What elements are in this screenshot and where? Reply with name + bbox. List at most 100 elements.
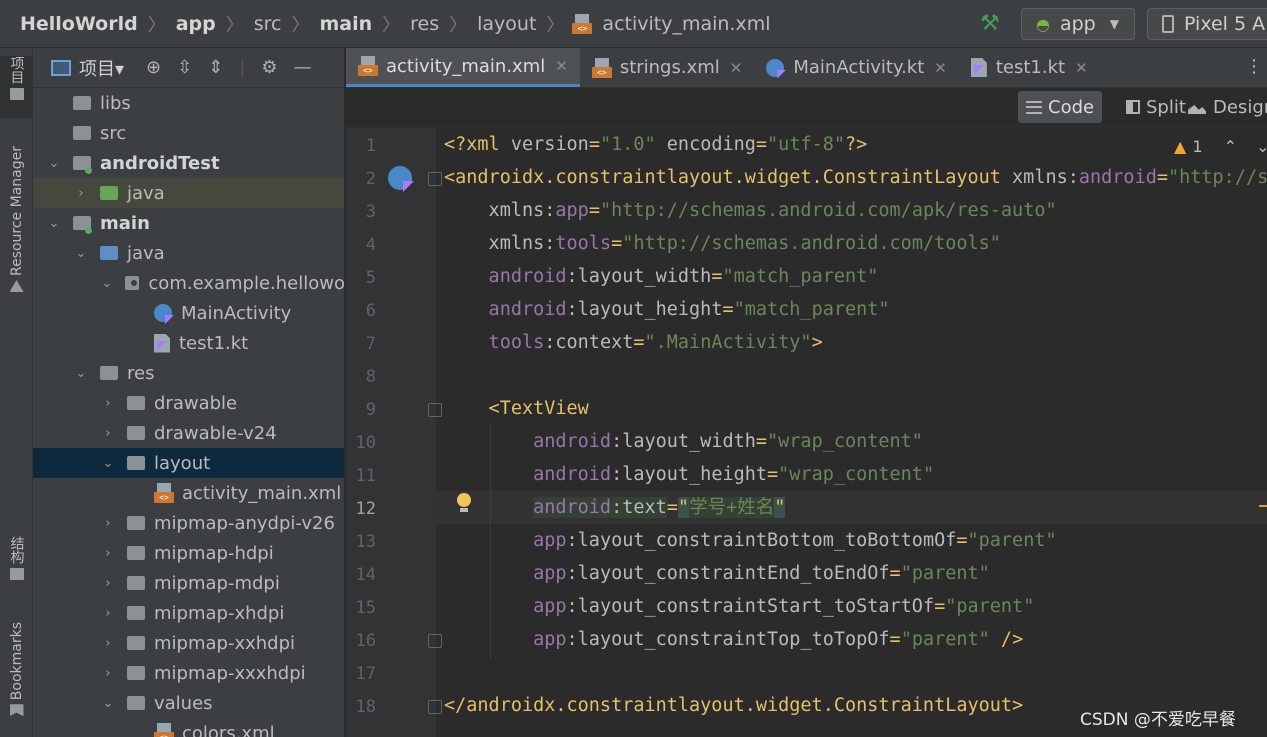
chevron-right-icon[interactable]: › [74,186,88,201]
tree-item[interactable]: › drawable [33,388,344,418]
tree-item[interactable]: › mipmap-mdpi [33,568,344,598]
tree-item[interactable]: src [33,118,344,148]
close-icon[interactable]: ✕ [1075,59,1088,77]
inspection-widget[interactable]: ▲ 1 ⌃ ⌄ [1174,137,1267,156]
code-line[interactable]: app:layout_constraintBottom_toBottomOf="… [444,524,1057,557]
gear-icon[interactable]: ⚙ [261,57,277,78]
code-line[interactable]: tools:context=".MainActivity"> [444,326,823,359]
chevron-right-icon[interactable]: › [101,666,115,681]
chevron-down-icon[interactable]: ⌄ [74,246,88,261]
editor-tab[interactable]: test1.kt ✕ [959,48,1100,87]
breadcrumb-item-project[interactable]: HelloWorld [18,13,140,35]
chevron-right-icon[interactable]: › [101,546,115,561]
code-line[interactable]: android:layout_width="match_parent" [444,260,879,293]
close-icon[interactable]: ✕ [730,59,743,77]
editor-tab[interactable]: <> strings.xml ✕ [580,48,755,87]
tree-item[interactable]: › mipmap-xxxhdpi [33,658,344,688]
chevron-down-icon[interactable]: ⌄ [101,456,115,471]
code-token: = [711,266,723,287]
code-line[interactable]: </androidx.constraintlayout.widget.Const… [444,689,1023,722]
tool-tab-resource-manager[interactable]: Resource Manager [0,146,33,326]
crosshair-icon[interactable]: ⊕ [146,57,161,78]
view-mode-code-button[interactable]: Code [1018,91,1103,123]
breadcrumb-item-src[interactable]: src [252,13,284,35]
tree-item[interactable]: ⌄ main [33,208,344,238]
chevron-right-icon[interactable]: › [101,576,115,591]
tree-item[interactable]: <> activity_main.xml [33,478,344,508]
code-editor[interactable]: <?xml version="1.0" encoding="utf-8"?> <a… [346,128,1267,737]
code-line[interactable]: app:layout_constraintTop_toTopOf="parent… [444,623,1023,656]
chevron-right-icon[interactable]: › [101,396,115,411]
code-token: ".MainActivity" [644,332,812,353]
tree-item[interactable]: › mipmap-hdpi [33,538,344,568]
breadcrumb-item-res[interactable]: res [408,13,441,35]
breadcrumb-item-layout[interactable]: layout [475,13,538,35]
chevron-down-icon[interactable]: ⌄ [101,276,113,291]
code-token: "http://schemas.android.com/apk/res-auto… [599,200,1057,221]
close-icon[interactable]: ✕ [934,59,947,77]
chevron-right-icon[interactable]: › [101,636,115,651]
code-line[interactable]: <?xml version="1.0" encoding="utf-8"?> [444,128,867,161]
editor-tab[interactable]: MainActivity.kt ✕ [754,48,959,87]
project-view-select[interactable]: 项目▾ [79,55,124,81]
tree-item[interactable]: test1.kt [33,328,344,358]
close-icon[interactable]: ✕ [555,57,568,75]
chevron-down-icon[interactable]: ⌄ [1256,137,1267,156]
fold-marker[interactable] [428,172,442,186]
code-line[interactable]: app:layout_constraintEnd_toEndOf="parent… [444,557,990,590]
tree-item[interactable]: MainActivity [33,298,344,328]
warning-stripe-marker[interactable] [1259,505,1267,507]
chevron-right-icon[interactable]: › [101,606,115,621]
tree-item[interactable]: › mipmap-xxhdpi [33,628,344,658]
collapse-all-icon[interactable]: ⇳ [177,57,192,78]
tree-item[interactable]: ⌄ res [33,358,344,388]
code-token: = [588,200,600,221]
code-line[interactable]: app:layout_constraintStart_toStartOf="pa… [444,590,1034,623]
minimize-icon[interactable]: — [294,57,312,78]
code-line[interactable]: android:layout_width="wrap_content" [444,425,923,458]
chevron-down-icon[interactable]: ⌄ [47,216,61,231]
tree-item[interactable]: › drawable-v24 [33,418,344,448]
tool-tab-structure[interactable]: 结构 [0,536,33,596]
editor-tab[interactable]: <> activity_main.xml ✕ [346,48,580,87]
chevron-down-icon[interactable]: ⌄ [47,156,61,171]
code-line[interactable]: android:layout_height="wrap_content" [444,458,934,491]
chevron-up-icon[interactable]: ⌃ [1224,137,1237,156]
view-mode-design-button[interactable]: Design [1180,91,1267,123]
tree-item[interactable]: ⌄ com.example.hellowo [33,268,344,298]
navigation-bar: HelloWorld 〉 app 〉 src 〉 main 〉 res 〉 la… [0,0,1267,48]
code-line[interactable]: android:text="学号+姓名" [444,491,786,524]
build-hammer-icon[interactable]: ⚒ [980,12,1004,36]
fold-marker[interactable] [428,700,442,714]
run-configuration-select[interactable]: ◓ app ▼ [1021,8,1135,40]
breadcrumb-item-main[interactable]: main [317,13,374,35]
expand-all-icon[interactable]: ⇕ [208,57,223,78]
chevron-down-icon[interactable]: ⌄ [74,366,88,381]
tree-item[interactable]: ⌄ layout [33,448,344,478]
tool-tab-bookmarks[interactable]: Bookmarks [0,622,33,734]
code-line[interactable]: <androidx.constraintlayout.widget.Constr… [444,161,1267,194]
chevron-down-icon[interactable]: ⌄ [101,696,115,711]
code-line[interactable]: xmlns:tools="http://schemas.android.com/… [444,227,1001,260]
tree-item[interactable]: ⌄ values [33,688,344,718]
fold-marker[interactable] [428,634,442,648]
fold-marker[interactable] [428,403,442,417]
breadcrumb-item-file[interactable]: activity_main.xml [600,13,772,35]
device-select[interactable]: Pixel 5 API [1147,8,1267,40]
code-line[interactable]: android:layout_height="match_parent" [444,293,890,326]
tree-item[interactable]: libs [33,88,344,118]
tree-item[interactable]: › mipmap-anydpi-v26 [33,508,344,538]
tree-item[interactable]: ⌄ java [33,238,344,268]
related-kotlin-class-icon[interactable] [388,166,412,190]
more-vertical-icon[interactable]: ⋮ [1245,56,1263,77]
tree-item[interactable]: ⌄ androidTest [33,148,344,178]
breadcrumb-item-module[interactable]: app [174,13,218,35]
chevron-right-icon[interactable]: › [101,516,115,531]
code-line[interactable]: <TextView [444,392,589,425]
tree-item[interactable]: › java [33,178,344,208]
tree-item[interactable]: <> colors.xml [33,718,344,737]
tool-tab-project[interactable]: 项目 [0,56,33,118]
tree-item[interactable]: › mipmap-xhdpi [33,598,344,628]
chevron-right-icon[interactable]: › [101,426,115,441]
code-line[interactable]: xmlns:app="http://schemas.android.com/ap… [444,194,1057,227]
